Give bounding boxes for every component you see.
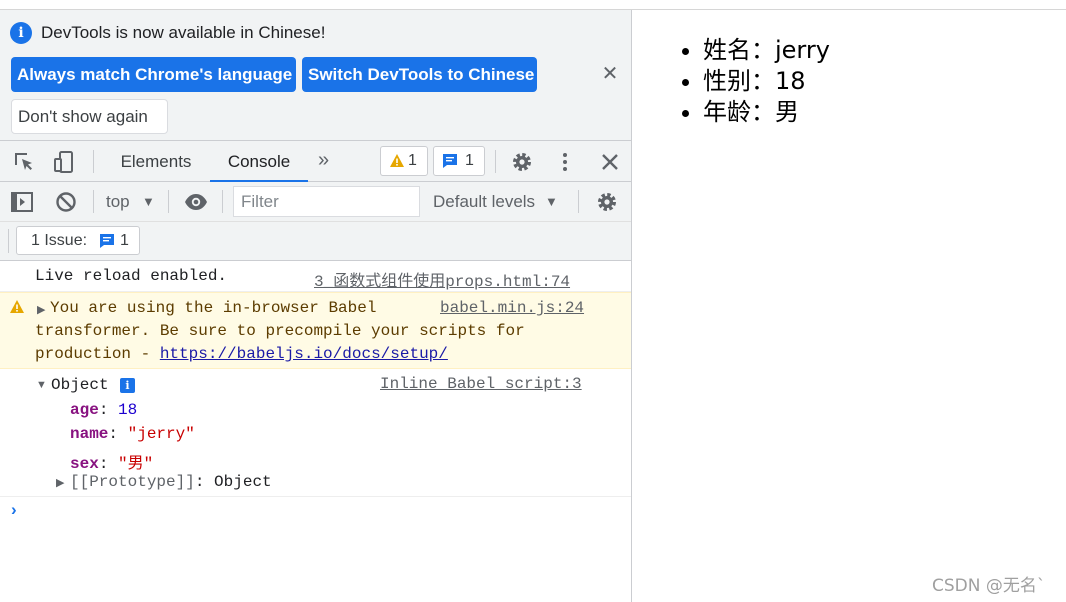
issues-count: 1 [120,232,129,249]
device-toolbar-icon[interactable] [52,150,76,174]
info-list: 姓名：jerry 性别：18 年龄：男 [703,35,830,128]
property-key: sex [70,455,99,473]
object-property: sex: "男" [70,455,154,473]
babel-docs-link[interactable]: https://babeljs.io/docs/setup/ [160,345,448,363]
settings-gear-icon[interactable] [510,150,534,174]
messages-counter[interactable]: 1 [433,146,485,176]
issues-button[interactable]: 1 Issue: 1 [16,226,140,255]
source-link[interactable]: babel.min.js:24 [440,299,584,317]
dont-show-again-button[interactable]: Don't show again [11,99,168,134]
log-levels-dropdown[interactable]: Default levels [433,182,535,222]
property-value: 18 [118,401,138,419]
issues-label: 1 Issue: [31,232,88,249]
info-icon: i [10,22,32,44]
warnings-counter[interactable]: 1 [380,146,428,176]
csdn-watermark: CSDN @无名` [932,576,1046,596]
list-item-age: 年龄：男 [703,97,830,128]
clear-console-icon[interactable] [54,190,78,214]
tab-elements[interactable]: Elements [108,141,204,182]
window-top-border [0,0,1066,10]
prototype-row[interactable]: [[Prototype]]: Object [70,473,272,491]
filter-input[interactable] [233,186,420,217]
warning-icon [10,300,24,313]
collapse-triangle-icon[interactable]: ▼ [36,379,47,391]
toolbar-divider [93,190,94,213]
property-key: age [70,401,99,419]
toolbar-divider [222,190,223,213]
warning-icon [390,154,404,167]
live-expression-eye-icon[interactable] [184,190,208,214]
toolbar-divider [93,150,94,173]
info-icon[interactable]: i [120,378,135,393]
more-options-icon[interactable] [553,150,577,174]
object-property: name: "jerry" [70,425,195,443]
chevron-down-icon[interactable]: ▼ [545,182,558,222]
chevron-down-icon[interactable]: ▼ [142,182,155,222]
page-viewport: 姓名：jerry 性别：18 年龄：男 [633,10,1066,602]
prototype-value: Object [214,473,272,491]
devtools-tabbar: Elements Console » 1 1 [0,141,631,182]
message-icon [100,234,114,248]
warning-text-line2: transformer. Be sure to precompile your … [35,322,525,340]
infobar-message: DevTools is now available in Chinese! [41,23,326,42]
expand-triangle-icon[interactable]: ▶ [56,476,64,489]
console-warning-message: ▶ You are using the in-browser Babel bab… [0,292,631,369]
context-selector[interactable]: top [106,182,130,222]
always-match-language-button[interactable]: Always match Chrome's language [11,57,296,92]
object-property: age: 18 [70,401,138,419]
toolbar-divider [495,150,496,173]
list-item-gender: 性别：18 [703,66,830,97]
console-toolbar: top ▼ Default levels ▼ [0,182,631,222]
console-prompt-row[interactable]: › [0,497,631,527]
tab-console[interactable]: Console [210,141,308,182]
console-object-message: ▼ Object i Inline Babel script:3 age: 18… [0,369,631,497]
close-devtools-icon[interactable] [598,150,622,174]
list-item-name: 姓名：jerry [703,35,830,66]
more-tabs-icon[interactable]: » [318,141,329,182]
expand-triangle-icon[interactable]: ▶ [37,303,45,316]
source-link[interactable]: 3_函数式组件使用props.html:74 [314,267,570,291]
message-text: Live reload enabled. [35,267,228,285]
language-infobar: i DevTools is now available in Chinese! … [0,10,631,141]
message-icon [443,154,457,168]
property-value: "jerry" [127,425,195,443]
property-value: "男" [118,455,154,473]
object-label[interactable]: Object [51,376,109,394]
console-settings-gear-icon[interactable] [595,190,619,214]
messages-count: 1 [465,152,474,169]
warning-text-prefix: production - [35,345,160,363]
warning-text-line3: production - https://babeljs.io/docs/set… [35,345,448,363]
property-key: name [70,425,109,443]
sidebar-toggle-icon[interactable] [10,190,34,214]
toolbar-divider [578,190,579,213]
issues-bar: 1 Issue: 1 [0,222,631,261]
prompt-chevron-icon: › [11,500,17,519]
warning-text-line1: You are using the in-browser Babel [50,299,377,317]
source-link[interactable]: Inline Babel script:3 [380,375,582,393]
prototype-key: [[Prototype]] [70,473,195,491]
inspect-element-icon[interactable] [12,150,36,174]
toolbar-divider [8,229,9,253]
toolbar-divider [168,190,169,213]
console-message: Live reload enabled. 3_函数式组件使用props.html… [0,261,631,292]
switch-to-chinese-button[interactable]: Switch DevTools to Chinese [302,57,537,92]
warnings-count: 1 [408,152,417,169]
close-icon[interactable]: ✕ [598,62,622,86]
devtools-panel: i DevTools is now available in Chinese! … [0,10,632,602]
